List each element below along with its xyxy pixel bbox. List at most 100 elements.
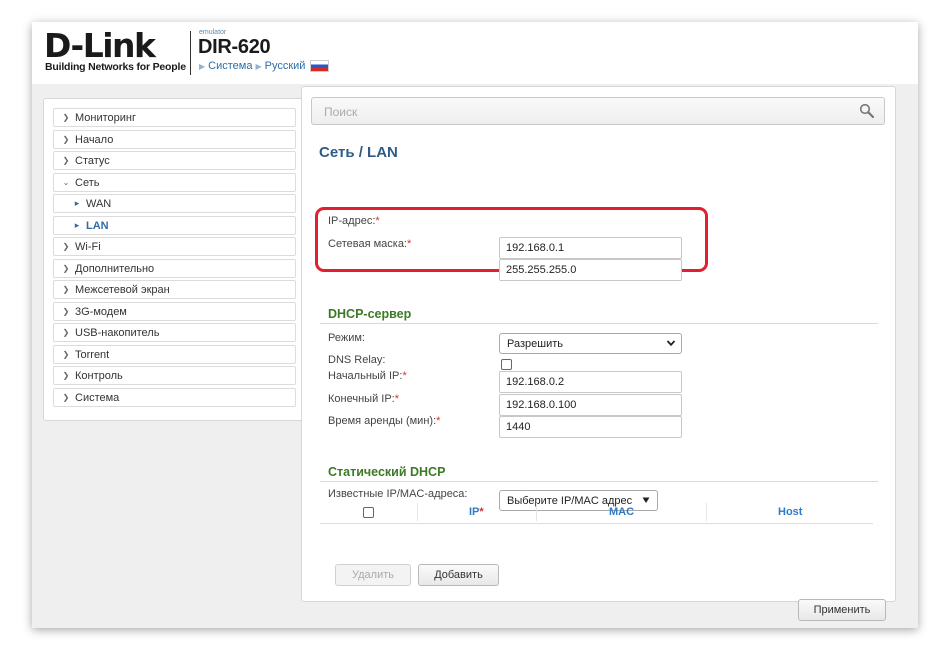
- end-ip-label: Конечный IP:*: [328, 393, 399, 405]
- dns-relay-checkbox[interactable]: [501, 359, 512, 370]
- circle-arrow-right-icon: ❯: [62, 328, 70, 337]
- sidebar-item-label: Сеть: [75, 176, 100, 189]
- sidebar-item-torrent[interactable]: ❯ Torrent: [53, 345, 296, 364]
- required-mark: *: [407, 238, 412, 250]
- column-header-ip[interactable]: IP*: [469, 506, 484, 518]
- triangle-right-icon: ▸: [74, 198, 80, 208]
- required-mark: *: [394, 393, 399, 405]
- triangle-right-icon: ▸: [74, 220, 80, 230]
- dhcp-mode-select[interactable]: Разрешить: [499, 333, 682, 354]
- router-web-ui: D-Link Building Networks for People emul…: [32, 22, 918, 628]
- page-title: Сеть / LAN: [319, 144, 398, 161]
- sidebar-item-label: WAN: [86, 197, 112, 210]
- triangle-right-icon: ▶: [199, 61, 206, 71]
- sidebar-item-monitoring[interactable]: ❯ Мониторинг: [53, 108, 296, 127]
- required-mark: *: [402, 370, 407, 382]
- circle-arrow-right-icon: ❯: [62, 393, 70, 402]
- header: D-Link Building Networks for People emul…: [32, 22, 918, 84]
- circle-arrow-right-icon: ❯: [62, 264, 70, 273]
- search-input[interactable]: [322, 103, 846, 121]
- dhcp-mode-value: Разрешить: [507, 337, 563, 350]
- sidebar-item-advanced[interactable]: ❯ Дополнительно: [53, 259, 296, 278]
- section-divider: [320, 481, 878, 482]
- sidebar-item-start[interactable]: ❯ Начало: [53, 130, 296, 149]
- circle-arrow-right-icon: ❯: [62, 350, 70, 359]
- static-dhcp-section-title: Статический DHCP: [328, 465, 446, 479]
- apply-button[interactable]: Применить: [798, 599, 886, 621]
- sidebar-item-label: Мониторинг: [75, 111, 137, 124]
- dhcp-section-title: DHCP-сервер: [328, 307, 412, 321]
- logo-divider: [190, 31, 191, 75]
- lease-time-label-text: Время аренды (мин):: [328, 415, 437, 427]
- sidebar-item-label: Межсетевой экран: [75, 283, 170, 296]
- netmask-field[interactable]: [499, 259, 682, 281]
- lease-time-label: Время аренды (мин):*: [328, 415, 440, 427]
- circle-arrow-right-icon: ❯: [62, 285, 70, 294]
- triangle-right-icon: ▶: [255, 61, 262, 71]
- column-header-mac[interactable]: MAC: [609, 506, 634, 518]
- required-mark: *: [375, 215, 380, 227]
- emulator-label: emulator: [199, 29, 227, 36]
- sidebar-item-label: Контроль: [75, 369, 123, 382]
- column-divider: [536, 503, 537, 521]
- column-header-host[interactable]: Host: [778, 506, 802, 518]
- netmask-label-text: Сетевая маска:: [328, 238, 407, 250]
- sidebar-item-label: Статус: [75, 154, 110, 167]
- required-mark: *: [436, 415, 441, 427]
- delete-button[interactable]: Удалить: [335, 564, 411, 586]
- circle-arrow-right-icon: ❯: [62, 156, 70, 165]
- end-ip-field[interactable]: [499, 394, 682, 416]
- ip-address-field[interactable]: [499, 237, 682, 259]
- column-divider: [706, 503, 707, 521]
- sidebar-item-3g-modem[interactable]: ❯ 3G-модем: [53, 302, 296, 321]
- ip-address-label-text: IP-адрес:: [328, 215, 376, 227]
- sidebar-item-label: Torrent: [75, 348, 110, 361]
- column-divider: [417, 503, 418, 521]
- sidebar-item-firewall[interactable]: ❯ Межсетевой экран: [53, 280, 296, 299]
- main-panel: Сеть / LAN IP-адрес:* Сетевая маска:* DH…: [301, 86, 896, 621]
- lease-time-field[interactable]: [499, 416, 682, 438]
- circle-arrow-right-icon: ❯: [62, 371, 70, 380]
- known-addresses-label: Известные IP/MAC-адреса:: [328, 488, 468, 500]
- end-ip-label-text: Конечный IP:: [328, 393, 395, 405]
- required-mark: *: [479, 506, 484, 518]
- circle-arrow-right-icon: ❯: [62, 242, 70, 251]
- column-header-ip-text: IP: [469, 506, 480, 518]
- sidebar-item-label: USB-накопитель: [75, 326, 160, 339]
- dns-relay-label: DNS Relay:: [328, 354, 386, 366]
- sidebar-item-label: Начало: [75, 133, 114, 146]
- sidebar-item-label: Wi-Fi: [75, 240, 101, 253]
- breadcrumb-system-link[interactable]: Система: [208, 60, 252, 72]
- search-icon[interactable]: [859, 103, 875, 119]
- search-box: [311, 97, 885, 125]
- netmask-label: Сетевая маска:*: [328, 238, 411, 250]
- select-all-checkbox[interactable]: [363, 507, 374, 518]
- sidebar: ❯ Мониторинг ❯ Начало ❯ Статус ⌄ Сеть ▸ …: [43, 98, 304, 421]
- sidebar-item-wan[interactable]: ▸ WAN: [53, 194, 296, 213]
- static-dhcp-table-header: IP* MAC Host: [320, 500, 873, 524]
- sidebar-item-wifi[interactable]: ❯ Wi-Fi: [53, 237, 296, 256]
- sidebar-item-control[interactable]: ❯ Контроль: [53, 366, 296, 385]
- section-divider: [320, 323, 878, 324]
- start-ip-label-text: Начальный IP:: [328, 370, 403, 382]
- sidebar-item-label: 3G-модем: [75, 305, 127, 318]
- sidebar-item-lan[interactable]: ▸ LAN: [53, 216, 296, 235]
- start-ip-field[interactable]: [499, 371, 682, 393]
- russian-flag-icon[interactable]: [310, 60, 330, 72]
- dlink-logo: D-Link: [44, 26, 156, 65]
- ip-address-label: IP-адрес:*: [328, 215, 380, 227]
- sidebar-item-label: Дополнительно: [75, 262, 155, 275]
- start-ip-label: Начальный IP:*: [328, 370, 407, 382]
- sidebar-item-usb-storage[interactable]: ❯ USB-накопитель: [53, 323, 296, 342]
- circle-arrow-right-icon: ❯: [62, 135, 70, 144]
- circle-arrow-down-icon: ⌄: [62, 178, 70, 187]
- sidebar-item-label: LAN: [86, 219, 109, 232]
- breadcrumb-language-link[interactable]: Русский: [265, 60, 306, 72]
- circle-arrow-right-icon: ❯: [62, 113, 70, 122]
- sidebar-item-status[interactable]: ❯ Статус: [53, 151, 296, 170]
- circle-arrow-right-icon: ❯: [62, 307, 70, 316]
- dhcp-mode-label: Режим:: [328, 332, 365, 344]
- sidebar-item-system[interactable]: ❯ Система: [53, 388, 296, 407]
- add-button[interactable]: Добавить: [418, 564, 499, 586]
- sidebar-item-network[interactable]: ⌄ Сеть: [53, 173, 296, 192]
